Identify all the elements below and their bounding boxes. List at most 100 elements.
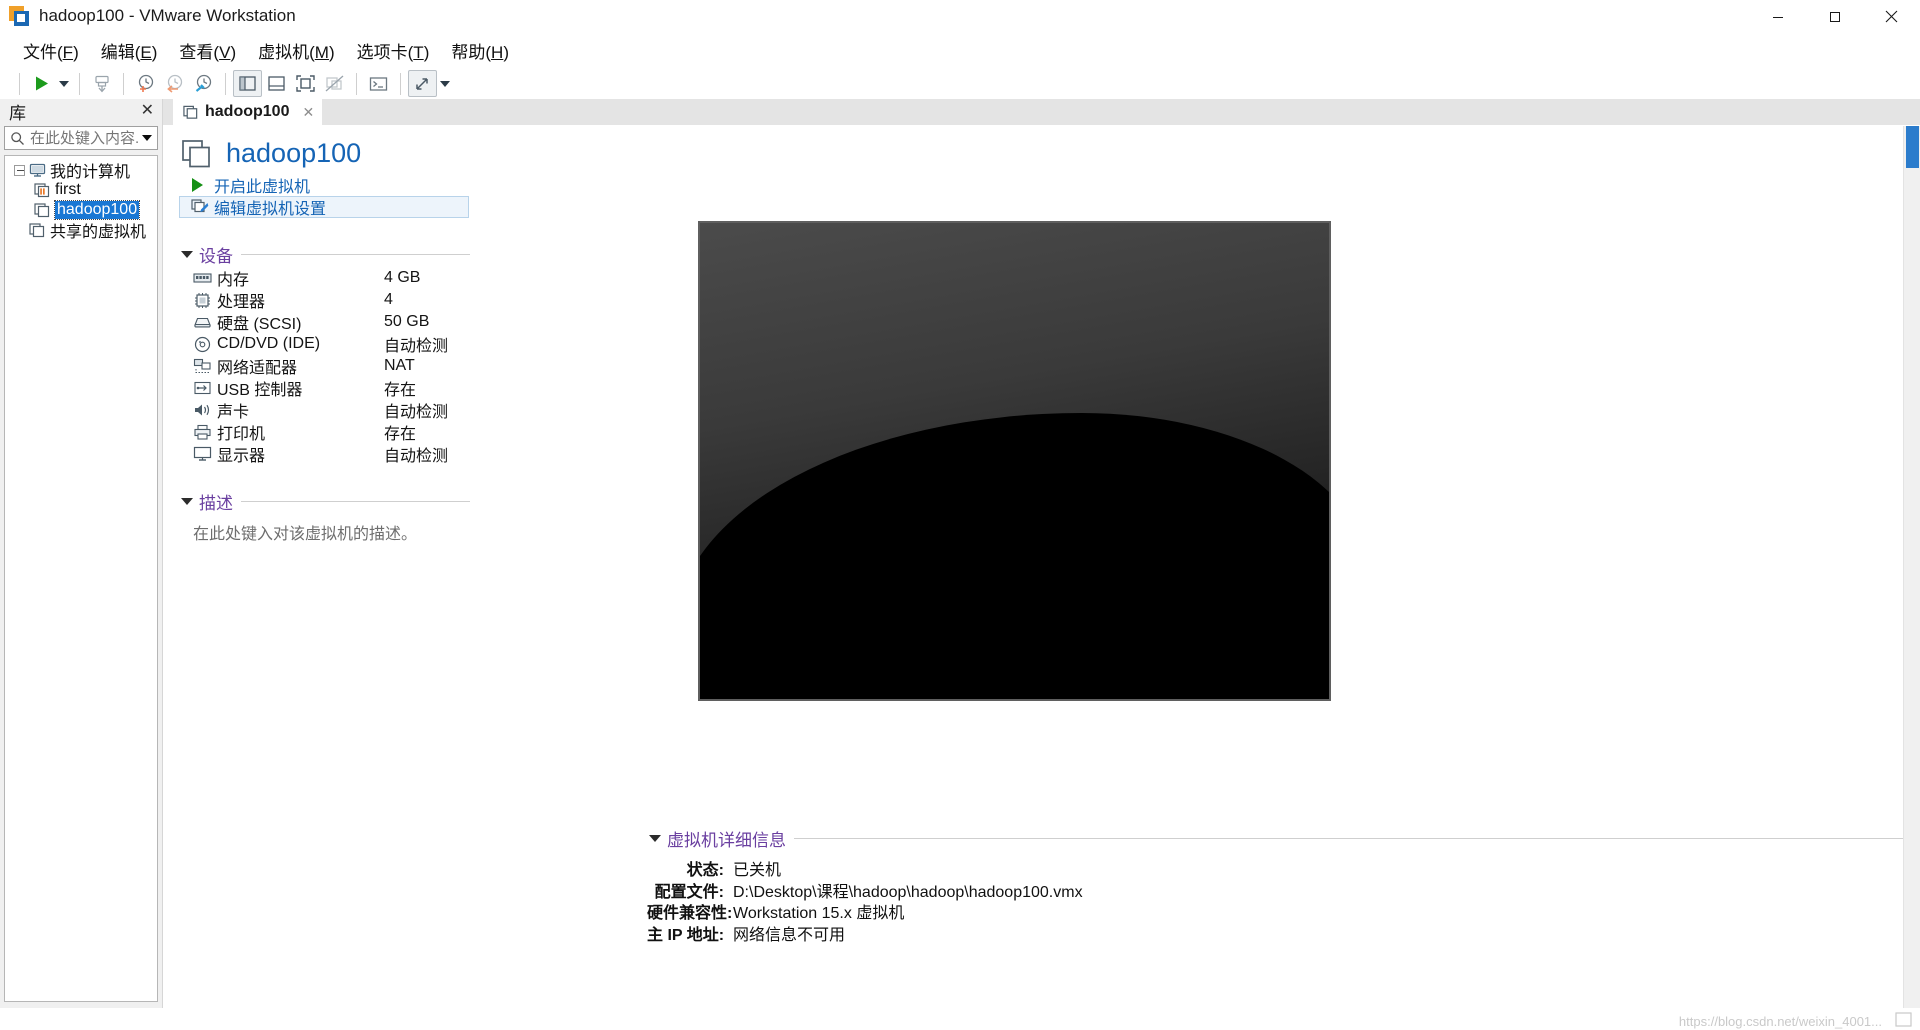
vm-running-icon	[34, 182, 51, 198]
vm-screen-thumbnail[interactable]	[698, 221, 1331, 701]
tab-strip: hadoop100 ✕	[163, 98, 1920, 126]
device-row-memory[interactable]: 内存 4 GB	[179, 267, 470, 289]
power-dropdown-button[interactable]	[56, 70, 72, 97]
take-snapshot-button[interactable]	[131, 70, 160, 97]
stretch-guest-button[interactable]	[408, 70, 437, 97]
device-label: CD/DVD (IDE)	[217, 335, 321, 352]
device-label: 内存	[217, 272, 250, 289]
caret-down-icon[interactable]	[181, 251, 193, 258]
device-value: 4	[384, 291, 393, 308]
caret-down-icon[interactable]	[181, 498, 193, 505]
memory-icon	[193, 270, 212, 287]
toolbar-divider	[225, 72, 226, 95]
play-icon	[191, 177, 209, 193]
search-icon	[10, 131, 25, 146]
menu-edit[interactable]: 编辑(E)	[90, 34, 169, 67]
revert-snapshot-button[interactable]	[160, 70, 189, 97]
window-title: hadoop100 - VMware Workstation	[39, 6, 296, 25]
device-row-processors[interactable]: 处理器 4	[179, 289, 470, 311]
search-input[interactable]	[25, 129, 138, 147]
vm-off-icon	[183, 105, 199, 120]
vm-header: hadoop100	[179, 126, 470, 174]
tree-item-label: 共享的虚拟机	[50, 224, 147, 241]
tree-item-my-computer[interactable]: 我的计算机	[5, 160, 157, 181]
device-value: NAT	[384, 357, 415, 374]
details-section-header[interactable]: 虚拟机详细信息	[647, 826, 1920, 851]
console-button[interactable]	[364, 70, 393, 97]
vm-off-icon	[34, 202, 51, 218]
tree-item-hadoop100[interactable]: hadoop100	[5, 200, 157, 220]
menu-view[interactable]: 查看(V)	[168, 34, 247, 67]
device-row-cddvd[interactable]: CD/DVD (IDE) 自动检测	[179, 333, 470, 355]
page-title: hadoop100	[226, 138, 362, 168]
vm-off-icon	[182, 139, 212, 168]
device-row-display[interactable]: 显示器 自动检测	[179, 443, 470, 465]
full-screen-button[interactable]	[291, 70, 320, 97]
speaker-icon	[193, 402, 212, 419]
power-on-link[interactable]: 开启此虚拟机	[179, 174, 470, 196]
tab-hadoop100[interactable]: hadoop100 ✕	[173, 98, 323, 125]
device-row-sound[interactable]: 声卡 自动检测	[179, 399, 470, 421]
network-icon	[193, 358, 212, 375]
divider	[794, 838, 1920, 839]
edit-vm-settings-link[interactable]: 编辑虚拟机设置	[179, 196, 469, 218]
menu-file[interactable]: 文件(F)	[12, 34, 90, 67]
vm-detail-panel: hadoop100 ✕ hadoop100 开启此虚拟机 编辑虚拟机设置 设备 …	[163, 98, 1920, 1008]
power-on-button[interactable]	[27, 70, 56, 97]
close-icon[interactable]: ✕	[302, 104, 314, 121]
divider	[241, 501, 470, 502]
menu-tabs[interactable]: 选项卡(T)	[346, 34, 441, 67]
vm-library-tree[interactable]: 我的计算机 first hadoop100 共享的虚拟机	[4, 155, 158, 1002]
toolbar-divider	[400, 72, 401, 95]
snapshot-manager-button[interactable]	[189, 70, 218, 97]
tree-item-shared-vms[interactable]: 共享的虚拟机	[5, 220, 157, 241]
device-value: 自动检测	[384, 338, 449, 355]
tree-item-label: hadoop100	[53, 200, 141, 220]
show-thumbnail-bar-button[interactable]	[262, 70, 291, 97]
wallpaper-wave-2	[700, 494, 1329, 699]
device-row-network[interactable]: 网络适配器 NAT	[179, 355, 470, 377]
show-library-button[interactable]	[233, 70, 262, 97]
details-section-title: 虚拟机详细信息	[667, 831, 786, 850]
stretch-dropdown-button[interactable]	[437, 70, 453, 97]
library-header: 库 ✕	[0, 99, 162, 123]
device-label: 处理器	[217, 294, 266, 311]
caret-down-icon[interactable]	[649, 835, 661, 842]
detail-key: 主 IP 地址:	[647, 926, 725, 944]
detail-row-hw-compat: 硬件兼容性: Workstation 15.x 虚拟机	[647, 899, 1920, 922]
device-label: 打印机	[217, 426, 266, 443]
close-icon[interactable]: ✕	[141, 102, 154, 120]
detail-value: Workstation 15.x 虚拟机	[733, 905, 905, 922]
edit-settings-icon	[191, 199, 209, 215]
tree-item-label: 我的计算机	[50, 164, 131, 181]
description-placeholder[interactable]: 在此处键入对该虚拟机的描述。	[179, 520, 470, 544]
menu-help[interactable]: 帮助(H)	[440, 34, 520, 67]
device-label: 网络适配器	[217, 360, 298, 377]
window-controls	[1749, 0, 1920, 33]
device-row-printer[interactable]: 打印机 存在	[179, 421, 470, 443]
description-section-header[interactable]: 描述	[179, 489, 470, 514]
disc-icon	[193, 336, 212, 353]
maximize-button[interactable]	[1806, 0, 1863, 33]
device-row-usb[interactable]: USB 控制器 存在	[179, 377, 470, 399]
scrollbar-thumb[interactable]	[1906, 126, 1919, 168]
search-box[interactable]	[4, 126, 158, 150]
toolbar-divider	[123, 72, 124, 95]
device-row-harddisk[interactable]: 硬盘 (SCSI) 50 GB	[179, 311, 470, 333]
unity-mode-button[interactable]	[320, 70, 349, 97]
library-title: 库	[9, 103, 26, 123]
chevron-down-icon[interactable]	[138, 127, 155, 149]
usb-icon	[193, 380, 212, 397]
vertical-scrollbar[interactable]	[1903, 126, 1920, 1008]
device-value: 自动检测	[384, 448, 449, 465]
tree-item-first[interactable]: first	[5, 180, 157, 200]
collapse-icon[interactable]	[14, 164, 25, 176]
minimize-button[interactable]	[1749, 0, 1806, 33]
send-ctrl-alt-del-button[interactable]	[87, 70, 116, 97]
toolbar-divider	[356, 72, 357, 95]
menu-vm[interactable]: 虚拟机(M)	[247, 34, 346, 67]
devices-section-header[interactable]: 设备	[179, 242, 470, 267]
detail-row-state: 状态: 已关机	[647, 856, 1920, 879]
close-button[interactable]	[1863, 0, 1920, 33]
device-label: USB 控制器	[217, 382, 303, 399]
